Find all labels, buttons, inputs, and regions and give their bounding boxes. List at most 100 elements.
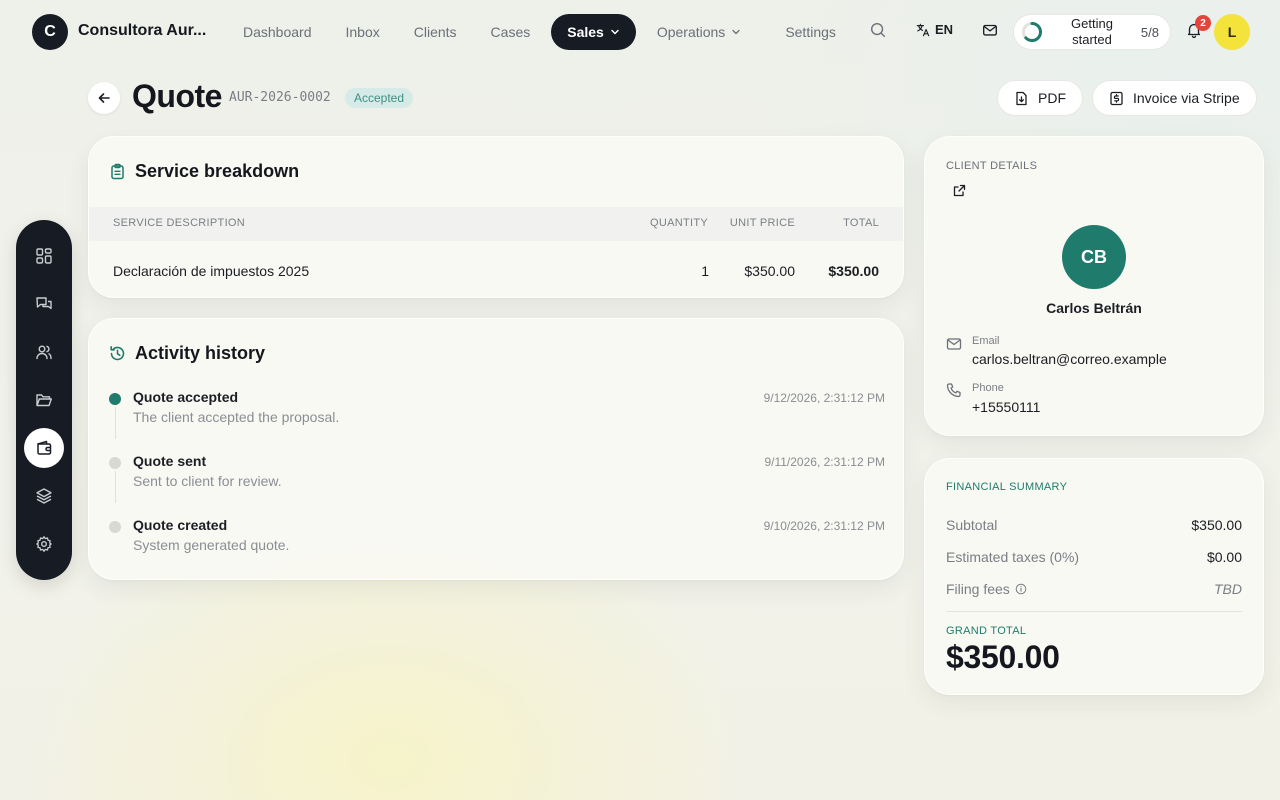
subtotal-label: Subtotal [946,517,998,533]
nav-cases[interactable]: Cases [474,14,548,50]
phone-icon [946,383,961,398]
activity-history-title: Activity history [109,343,265,364]
back-button[interactable] [88,82,120,114]
chat-bubbles-icon [36,297,52,310]
grand-total-label: GRAND TOTAL [946,625,1027,637]
col-quantity: QUANTITY [649,217,708,229]
language-switcher[interactable]: EN [916,22,953,37]
page-title: Quote [132,78,222,114]
getting-started-button[interactable]: Getting started 5/8 [1013,14,1171,50]
arrow-left-icon [98,93,110,103]
client-details-label: CLIENT DETAILS [946,160,1038,172]
col-total: TOTAL [843,217,879,229]
activity-description: The client accepted the proposal. [133,409,340,425]
fees-value: TBD [1214,581,1242,597]
folder-icon [36,394,52,407]
nav-sales-label: Sales [567,24,604,40]
getting-started-label: Getting started [1071,16,1113,47]
timeline-dot [109,521,121,533]
nav-clients[interactable]: Clients [397,14,474,50]
pdf-button[interactable]: PDF [997,80,1083,116]
progress-ring-icon [1022,22,1042,42]
external-link-icon[interactable] [952,184,966,198]
nav-dashboard-label: Dashboard [243,24,312,40]
taxes-label: Estimated taxes (0%) [946,549,1080,565]
nav-sales[interactable]: Sales [551,14,636,50]
service-breakdown-title: Service breakdown [109,161,299,182]
nav-cases-label: Cases [490,24,531,40]
rail-settings[interactable] [24,524,64,564]
activity-description: System generated quote. [133,537,290,553]
main-nav: Dashboard Inbox Clients Cases Sales Oper… [226,14,853,50]
org-logo[interactable]: C [32,14,68,50]
translate-icon [916,23,930,36]
clipboard-list-icon [111,163,124,180]
file-download-icon [1016,91,1027,105]
subtotal-value: $350.00 [1191,517,1242,533]
table-row[interactable]: Declaración de impuestos 2025 1 $350.00 … [89,241,903,297]
nav-settings-label: Settings [785,24,836,40]
rail-sales[interactable] [24,428,64,468]
rail-cases[interactable] [24,380,64,420]
nav-clients-label: Clients [413,24,457,40]
services-table: SERVICE DESCRIPTION QUANTITY UNIT PRICE … [89,207,903,297]
rail-operations[interactable] [24,476,64,516]
users-icon [36,345,52,360]
gear-icon [36,536,52,552]
fees-label: Filing fees [946,581,1010,597]
activity-title: Quote created [133,517,228,533]
mail-icon [946,338,962,350]
divider [946,611,1242,612]
rail-dashboard[interactable] [24,236,64,276]
timeline-dot-active [109,393,121,405]
financial-summary-label: FINANCIAL SUMMARY [946,481,1068,493]
nav-inbox-label: Inbox [345,24,380,40]
rail-inbox[interactable] [24,284,64,324]
history-icon [110,346,125,361]
rail-clients[interactable] [24,332,64,372]
mail-icon[interactable] [980,20,1000,40]
chevron-down-icon [732,29,740,35]
getting-started-count: 5/8 [1140,25,1159,40]
top-bar: C Consultora Aur... Dashboard Inbox Clie… [0,0,1280,64]
client-name: Carlos Beltrán [1046,300,1142,316]
invoice-stripe-label: Invoice via Stripe [1133,90,1240,106]
services-table-header: SERVICE DESCRIPTION QUANTITY UNIT PRICE … [89,207,903,241]
activity-title: Quote accepted [133,389,239,405]
client-phone[interactable]: +15550111 [972,399,1040,415]
financial-summary-card: FINANCIAL SUMMARY Subtotal $350.00 Estim… [924,458,1264,695]
activity-time: 9/12/2026, 2:31:12 PM [763,391,885,405]
taxes-value: $0.00 [1206,549,1242,565]
chevron-down-icon [611,29,619,35]
fees-row: Filing fees TBD [946,581,1242,601]
notification-badge: 2 [1195,15,1211,31]
activity-time: 9/10/2026, 2:31:12 PM [763,519,885,533]
timeline-connector [115,471,116,503]
wallet-icon [37,440,52,455]
taxes-row: Estimated taxes (0%) $0.00 [946,549,1242,569]
nav-dashboard[interactable]: Dashboard [226,14,329,50]
activity-description: Sent to client for review. [133,473,282,489]
info-icon[interactable] [1015,583,1027,595]
service-quantity: 1 [701,263,709,279]
client-email[interactable]: carlos.beltran@correo.example [972,351,1167,367]
col-unit-price: UNIT PRICE [729,217,795,229]
status-badge: Accepted [345,88,414,108]
nav-operations-label: Operations [656,24,726,40]
activity-title: Quote sent [133,453,207,469]
phone-label: Phone [972,382,1004,394]
service-description: Declaración de impuestos 2025 [113,263,310,279]
client-details-card: CLIENT DETAILS CB Carlos Beltrán Email c… [924,136,1264,436]
nav-settings[interactable]: Settings [768,14,853,50]
service-total: $350.00 [828,263,879,279]
user-avatar[interactable]: L [1214,14,1250,50]
grand-total-value: $350.00 [946,639,1060,675]
nav-operations[interactable]: Operations [640,14,758,50]
activity-history-title-text: Activity history [135,343,266,363]
org-name[interactable]: Consultora Aur... [78,22,206,40]
activity-history-card: Activity history Quote accepted The clie… [88,318,904,580]
invoice-stripe-button[interactable]: Invoice via Stripe [1092,80,1257,116]
search-icon[interactable] [868,20,888,40]
service-unit-price: $350.00 [744,263,795,279]
nav-inbox[interactable]: Inbox [329,14,397,50]
